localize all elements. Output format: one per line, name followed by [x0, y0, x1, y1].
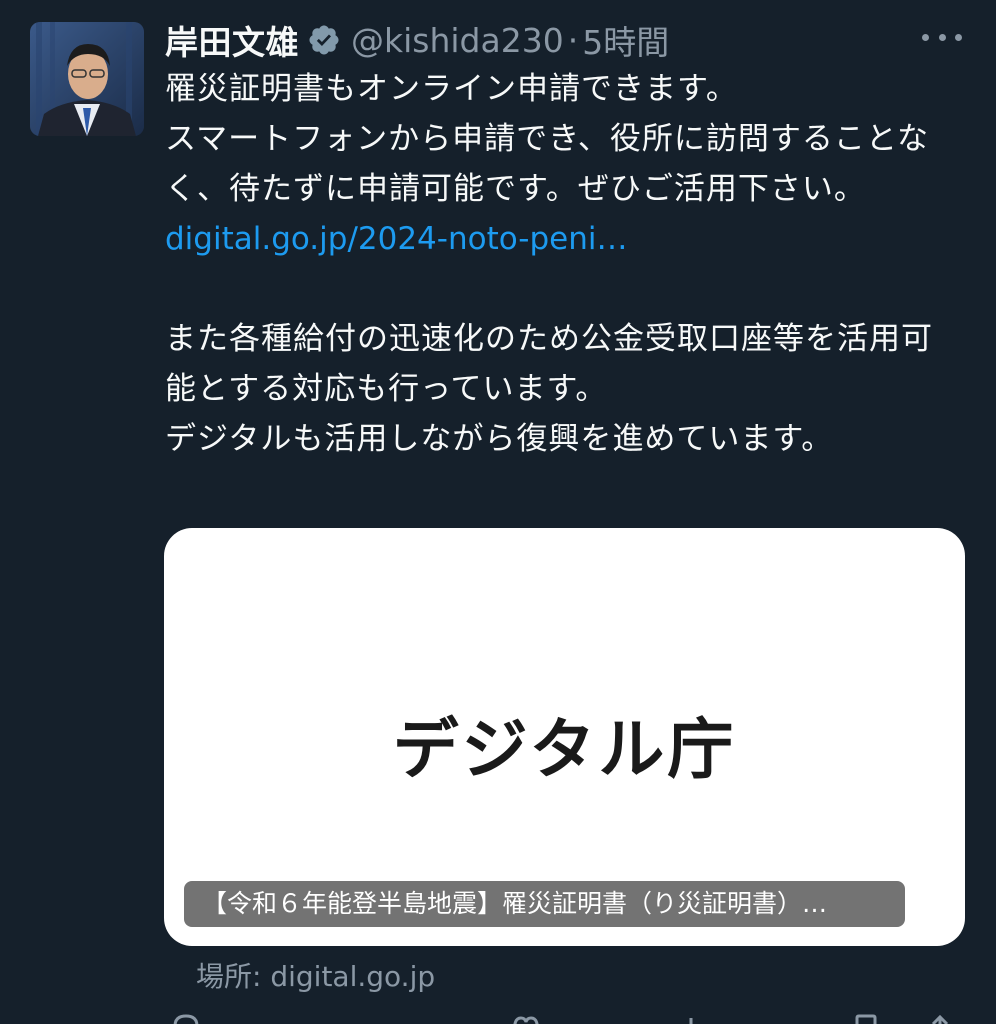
card-logo-text: デジタル庁	[392, 711, 737, 788]
card-title: 【令和６年能登半島地震】罹災証明書（り災証明書）…	[184, 881, 905, 927]
avatar-photo	[30, 22, 144, 136]
more-dot	[955, 33, 962, 41]
action-bar	[165, 1014, 955, 1024]
tweet-line: スマートフォンから申請でき、役所に訪問することなく、待たずに申請可能です。ぜひご…	[165, 121, 929, 207]
more-dot	[938, 33, 946, 41]
card-source[interactable]: 場所: digital.go.jp	[196, 955, 435, 995]
share-icon[interactable]	[925, 1014, 955, 1024]
avatar[interactable]	[30, 22, 144, 136]
like-icon[interactable]	[511, 1014, 541, 1024]
link-preview-card[interactable]: デジタル庁 【令和６年能登半島地震】罹災証明書（り災証明書）…	[164, 528, 965, 946]
separator-dot: ·	[567, 20, 579, 60]
more-dot	[922, 33, 929, 41]
tweet-text: 罹災証明書もオンライン申請できます。 スマートフォンから申請でき、役所に訪問する…	[165, 64, 955, 464]
tweet-line: 罹災証明書もオンライン申請できます。	[165, 71, 738, 107]
tweet-link[interactable]: digital.go.jp/2024-noto-peni…	[165, 214, 955, 264]
author-handle[interactable]: @kishida230	[351, 21, 564, 60]
bookmark-icon[interactable]	[851, 1014, 881, 1024]
tweet-header: 岸田文雄 @kishida230 · 5時間	[165, 16, 669, 64]
views-icon[interactable]	[677, 1014, 707, 1024]
more-options-icon[interactable]	[922, 22, 962, 52]
verified-badge-icon[interactable]	[307, 23, 341, 57]
timestamp[interactable]: 5時間	[582, 16, 669, 64]
tweet: 岸田文雄 @kishida230 · 5時間 罹災証明書もオンライン申請できます…	[0, 0, 996, 1024]
tweet-line: また各種給付の迅速化のため公金受取口座等を活用可能とする対応も行っています。	[165, 321, 933, 407]
reply-icon[interactable]	[171, 1014, 201, 1024]
display-name[interactable]: 岸田文雄	[165, 16, 299, 64]
tweet-line: デジタルも活用しながら復興を進めています。	[165, 421, 834, 457]
